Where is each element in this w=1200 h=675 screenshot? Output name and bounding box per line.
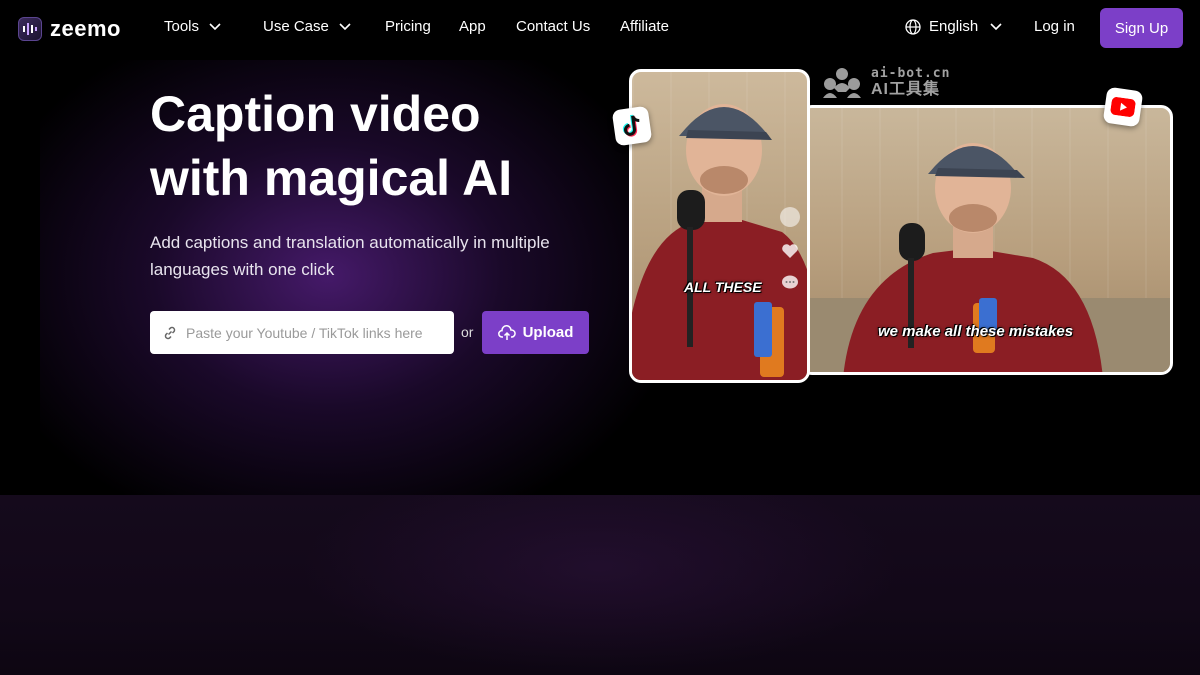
upload-button[interactable]: Upload: [482, 311, 589, 354]
nav-affiliate[interactable]: Affiliate: [620, 18, 669, 35]
cloud-upload-icon: [497, 324, 516, 340]
language-selector[interactable]: English: [905, 18, 1002, 35]
chevron-down-icon: [990, 22, 1002, 30]
globe-icon: [905, 18, 921, 35]
hero-title: Caption video with magical AI: [150, 82, 610, 210]
link-icon: [164, 326, 176, 339]
hero-subtitle: Add captions and translation automatical…: [150, 233, 550, 279]
watermark-line1: ai-bot.cn: [871, 66, 951, 81]
hero-title-line1: Caption video: [150, 86, 481, 142]
tiktok-video-preview: ALL THESE: [629, 69, 810, 383]
or-text: or: [461, 324, 474, 340]
nav-app[interactable]: App: [459, 18, 486, 35]
nav-use-case-label: Use Case: [263, 18, 329, 35]
youtube-icon: [1110, 97, 1136, 117]
watermark-line2: AI工具集: [871, 81, 941, 98]
top-navigation: zeemo Tools Use Case Pricing App Contact…: [0, 0, 1200, 58]
logo-text: zeemo: [50, 16, 121, 41]
tiktok-icon: [622, 114, 640, 137]
watermark-logo-icon: [823, 68, 861, 98]
nav-pricing[interactable]: Pricing: [385, 18, 431, 35]
youtube-badge: [1102, 86, 1144, 128]
watermark-text: ai-bot.cn AI工具集: [871, 66, 950, 98]
chevron-down-icon: [209, 22, 221, 30]
hero-title-line2: with magical AI: [150, 150, 513, 206]
sign-up-button[interactable]: Sign Up: [1100, 8, 1183, 48]
watermark: ai-bot.cn AI工具集: [821, 66, 950, 98]
tiktok-badge: [611, 105, 653, 147]
language-label: English: [929, 18, 979, 35]
avatar: [780, 207, 800, 227]
youtube-video-preview: we make all these mistakes: [800, 105, 1173, 375]
video-caption-wide: we make all these mistakes: [878, 323, 1074, 340]
upload-label: Upload: [522, 324, 574, 341]
link-input[interactable]: [186, 324, 446, 341]
bottom-section: [0, 495, 1200, 675]
link-input-box[interactable]: [150, 311, 454, 354]
nav-contact-us[interactable]: Contact Us: [516, 18, 590, 35]
comment-icon: [782, 275, 798, 289]
video-caption-tall: ALL THESE: [684, 279, 762, 295]
logo-icon: [18, 17, 42, 41]
nav-use-case[interactable]: Use Case: [263, 18, 351, 35]
logo[interactable]: zeemo: [18, 16, 121, 42]
tiktok-side-actions: [780, 207, 800, 291]
nav-tools-label: Tools: [164, 18, 200, 35]
chevron-down-icon: [339, 22, 351, 30]
heart-icon: [782, 244, 798, 258]
nav-tools[interactable]: Tools: [164, 18, 221, 35]
bottom-glow: [300, 495, 900, 675]
login-link[interactable]: Log in: [1034, 18, 1075, 35]
